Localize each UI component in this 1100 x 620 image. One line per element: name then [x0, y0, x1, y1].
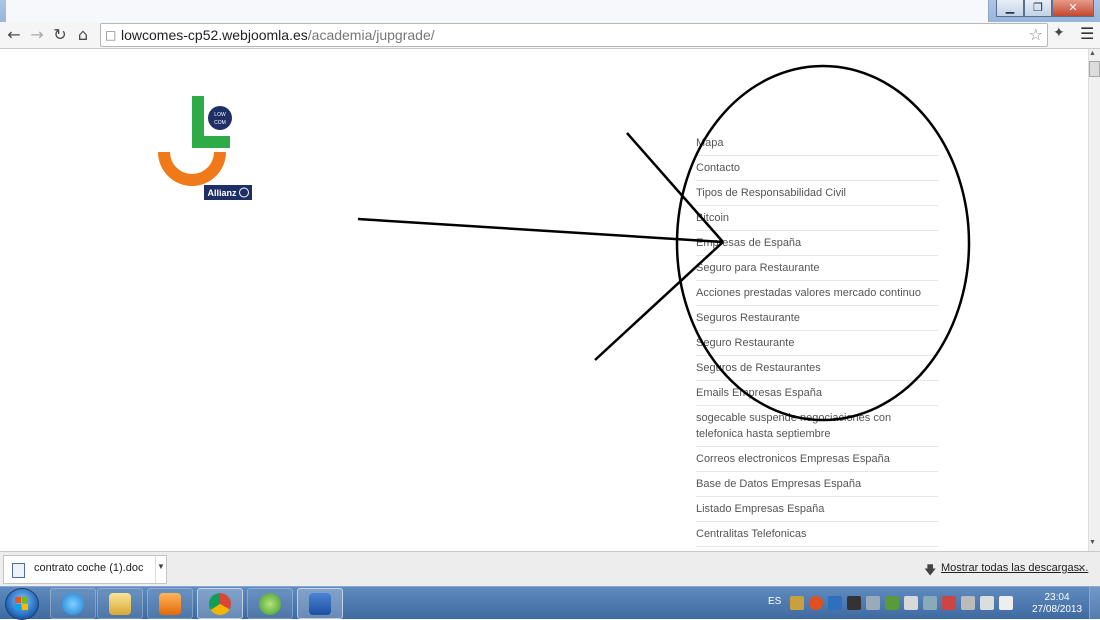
downloads-bar: contrato coche (1).doc ▼ 🡇 Mostrar todas…: [0, 551, 1100, 587]
page-icon: □: [105, 28, 117, 42]
show-desktop-button[interactable]: [1089, 587, 1100, 619]
close-window-button[interactable]: ✕: [1052, 0, 1094, 17]
address-bar[interactable]: □ lowcomes-cp52.webjoomla.es/academia/ju…: [100, 23, 1048, 47]
tray-flag-icon[interactable]: [942, 596, 956, 610]
clock-time: 23:04: [1044, 592, 1070, 603]
internet-explorer-icon: [62, 592, 84, 615]
forward-arrow-icon[interactable]: →: [27, 25, 47, 45]
tray-speaker-small-icon[interactable]: [866, 596, 880, 610]
start-button[interactable]: [5, 588, 39, 620]
maximize-button[interactable]: ❐: [1024, 0, 1052, 17]
tray-app-icon[interactable]: [790, 596, 804, 610]
reload-icon[interactable]: ↻: [50, 25, 70, 45]
star-icon[interactable]: ☆: [1029, 24, 1043, 46]
taskbar-ie[interactable]: [50, 588, 96, 619]
url-path: /academia/jupgrade/: [307, 27, 435, 43]
folder-icon: [109, 592, 131, 615]
word-document-icon: [12, 563, 25, 578]
scroll-down-arrow-icon[interactable]: ▼: [1089, 539, 1096, 546]
annotation-arrow-head-top: [626, 132, 724, 243]
tray-network-share-icon[interactable]: [923, 596, 937, 610]
taskbar-messenger[interactable]: [247, 588, 293, 619]
annotation-arrow-head-bottom: [594, 241, 724, 361]
page-scrollbar[interactable]: [1088, 49, 1100, 551]
minimize-button[interactable]: ▁: [996, 0, 1024, 17]
hand-drawn-annotation: [357, 64, 971, 422]
window-controls: ▁ ❐ ✕: [996, 0, 1094, 17]
tray-monitor-icon[interactable]: [847, 596, 861, 610]
page-content: LOW COM Allianz Mapa Contacto Tipos de Res…: [0, 49, 1088, 551]
url-text: lowcomes-cp52.webjoomla.es/academia/jupg…: [121, 24, 435, 46]
browser-titlebar: ▁ ❐ ✕: [0, 0, 1100, 22]
tray-device-icon[interactable]: [904, 596, 918, 610]
browser-tab[interactable]: [6, 0, 989, 22]
scrollbar-thumb[interactable]: [1089, 61, 1100, 77]
browser-toolbar: ← → ↻ ⌂ □ lowcomes-cp52.webjoomla.es/aca…: [0, 22, 1100, 49]
system-clock[interactable]: 23:04 27/08/2013: [1032, 592, 1082, 616]
extension-puzzle-icon[interactable]: ✦: [1053, 25, 1065, 41]
language-indicator[interactable]: ES: [768, 596, 781, 607]
home-icon[interactable]: ⌂: [73, 25, 93, 45]
windows-taskbar: ES 23:04 27/08/2013: [0, 586, 1100, 620]
word-icon: [309, 592, 331, 615]
tray-shield-icon[interactable]: [828, 596, 842, 610]
scroll-up-arrow-icon[interactable]: ▲: [1089, 50, 1096, 57]
messenger-icon: [259, 592, 281, 615]
system-tray: [790, 596, 1013, 610]
annotation-arrow-shaft: [357, 217, 724, 244]
hamburger-menu-icon[interactable]: ☰: [1080, 24, 1094, 43]
url-host: lowcomes-cp52.webjoomla.es: [121, 27, 308, 43]
taskbar-media-player[interactable]: [147, 588, 193, 619]
show-all-downloads-link[interactable]: Mostrar todas las descargas...: [941, 562, 1088, 574]
taskbar-word[interactable]: [297, 588, 343, 619]
tray-volume-icon[interactable]: [999, 596, 1013, 610]
tray-signal-icon[interactable]: [980, 596, 994, 610]
tray-update-icon[interactable]: [885, 596, 899, 610]
windows-flag-icon: [15, 597, 28, 610]
tray-alert-icon[interactable]: [809, 596, 823, 610]
media-player-icon: [159, 592, 181, 615]
tray-battery-icon[interactable]: [961, 596, 975, 610]
download-item[interactable]: contrato coche (1).doc ▼: [3, 555, 167, 584]
taskbar-chrome[interactable]: [197, 588, 243, 619]
download-arrow-icon: 🡇: [924, 563, 937, 577]
chevron-down-icon[interactable]: ▼: [155, 556, 166, 583]
download-file-name: contrato coche (1).doc: [34, 562, 144, 574]
taskbar-explorer[interactable]: [97, 588, 143, 619]
chrome-icon: [209, 592, 231, 615]
back-arrow-icon[interactable]: ←: [4, 25, 24, 45]
clock-date: 27/08/2013: [1032, 604, 1083, 615]
close-downloads-button[interactable]: ×: [1078, 560, 1086, 575]
